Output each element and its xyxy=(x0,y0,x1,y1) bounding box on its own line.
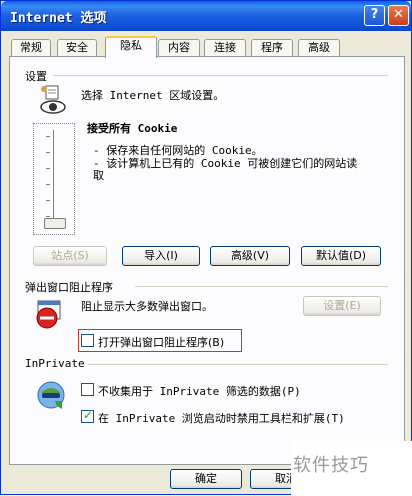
settings-heading: 设置 xyxy=(25,68,50,84)
sites-button[interactable]: 站点(S) xyxy=(33,246,107,266)
tab-general[interactable]: 常规 xyxy=(11,39,51,57)
ok-button[interactable]: 确定 xyxy=(170,469,242,489)
privacy-level-slider[interactable] xyxy=(33,123,75,235)
popup-blocker-label: 打开弹出窗口阻止程序(B) xyxy=(98,336,225,349)
settings-divider xyxy=(53,75,388,76)
no-collect-checkbox[interactable] xyxy=(81,383,94,396)
internet-options-window: Internet 选项 ? ✕ 常规 安全 隐私 内容 连接 程序 高级 设置 … xyxy=(0,0,412,496)
tab-content[interactable]: 内容 xyxy=(158,39,200,57)
privacy-eye-icon xyxy=(40,85,66,114)
watermark-text: 软件技巧 xyxy=(293,455,369,476)
help-button[interactable]: ? xyxy=(364,5,385,26)
inprivate-icon xyxy=(37,381,65,409)
popup-blocker-icon xyxy=(36,300,61,329)
help-icon: ? xyxy=(370,7,379,22)
close-button[interactable]: ✕ xyxy=(388,5,409,26)
tab-advanced[interactable]: 高级 xyxy=(298,39,340,57)
advanced-button[interactable]: 高级(V) xyxy=(210,246,290,266)
popup-heading: 弹出窗口阻止程序 xyxy=(25,279,116,295)
popup-blocker-checkbox[interactable] xyxy=(81,334,94,347)
slider-tick xyxy=(46,136,50,137)
inprivate-divider xyxy=(85,364,388,365)
no-collect-label: 不收集用于 InPrivate 筛选的数据(P) xyxy=(98,385,301,398)
privacy-level-title: 接受所有 Cookie xyxy=(87,122,178,135)
default-button[interactable]: 默认值(D) xyxy=(301,246,381,266)
slider-tick xyxy=(46,152,50,153)
slider-tick xyxy=(46,168,50,169)
inprivate-heading: InPrivate xyxy=(25,357,88,370)
privacy-bullet-2: - 该计算机上已有的 Cookie 可被创建它们的网站读 xyxy=(93,157,358,170)
tab-connections[interactable]: 连接 xyxy=(204,39,246,57)
tab-privacy[interactable]: 隐私 xyxy=(105,36,157,58)
settings-description: 选择 Internet 区域设置。 xyxy=(81,89,225,102)
slider-tick xyxy=(46,184,50,185)
popup-description: 阻止显示大多数弹出窗口。 xyxy=(81,300,213,313)
slider-tick xyxy=(46,216,50,217)
title-bar[interactable]: Internet 选项 ? ✕ xyxy=(1,1,411,31)
slider-tick xyxy=(46,200,50,201)
disable-toolbars-checkbox[interactable] xyxy=(81,408,94,423)
close-icon: ✕ xyxy=(393,7,404,22)
window-title: Internet 选项 xyxy=(10,11,107,26)
privacy-bullet-3: 取 xyxy=(93,169,104,182)
tab-security[interactable]: 安全 xyxy=(57,39,97,57)
disable-toolbars-label: 在 InPrivate 浏览启动时禁用工具栏和扩展(T) xyxy=(98,412,345,425)
import-button[interactable]: 导入(I) xyxy=(122,246,200,266)
popup-settings-button[interactable]: 设置(E) xyxy=(303,296,381,316)
popup-divider xyxy=(135,286,388,287)
tab-programs[interactable]: 程序 xyxy=(251,39,293,57)
slider-track xyxy=(53,130,57,228)
slider-thumb[interactable] xyxy=(44,218,66,229)
